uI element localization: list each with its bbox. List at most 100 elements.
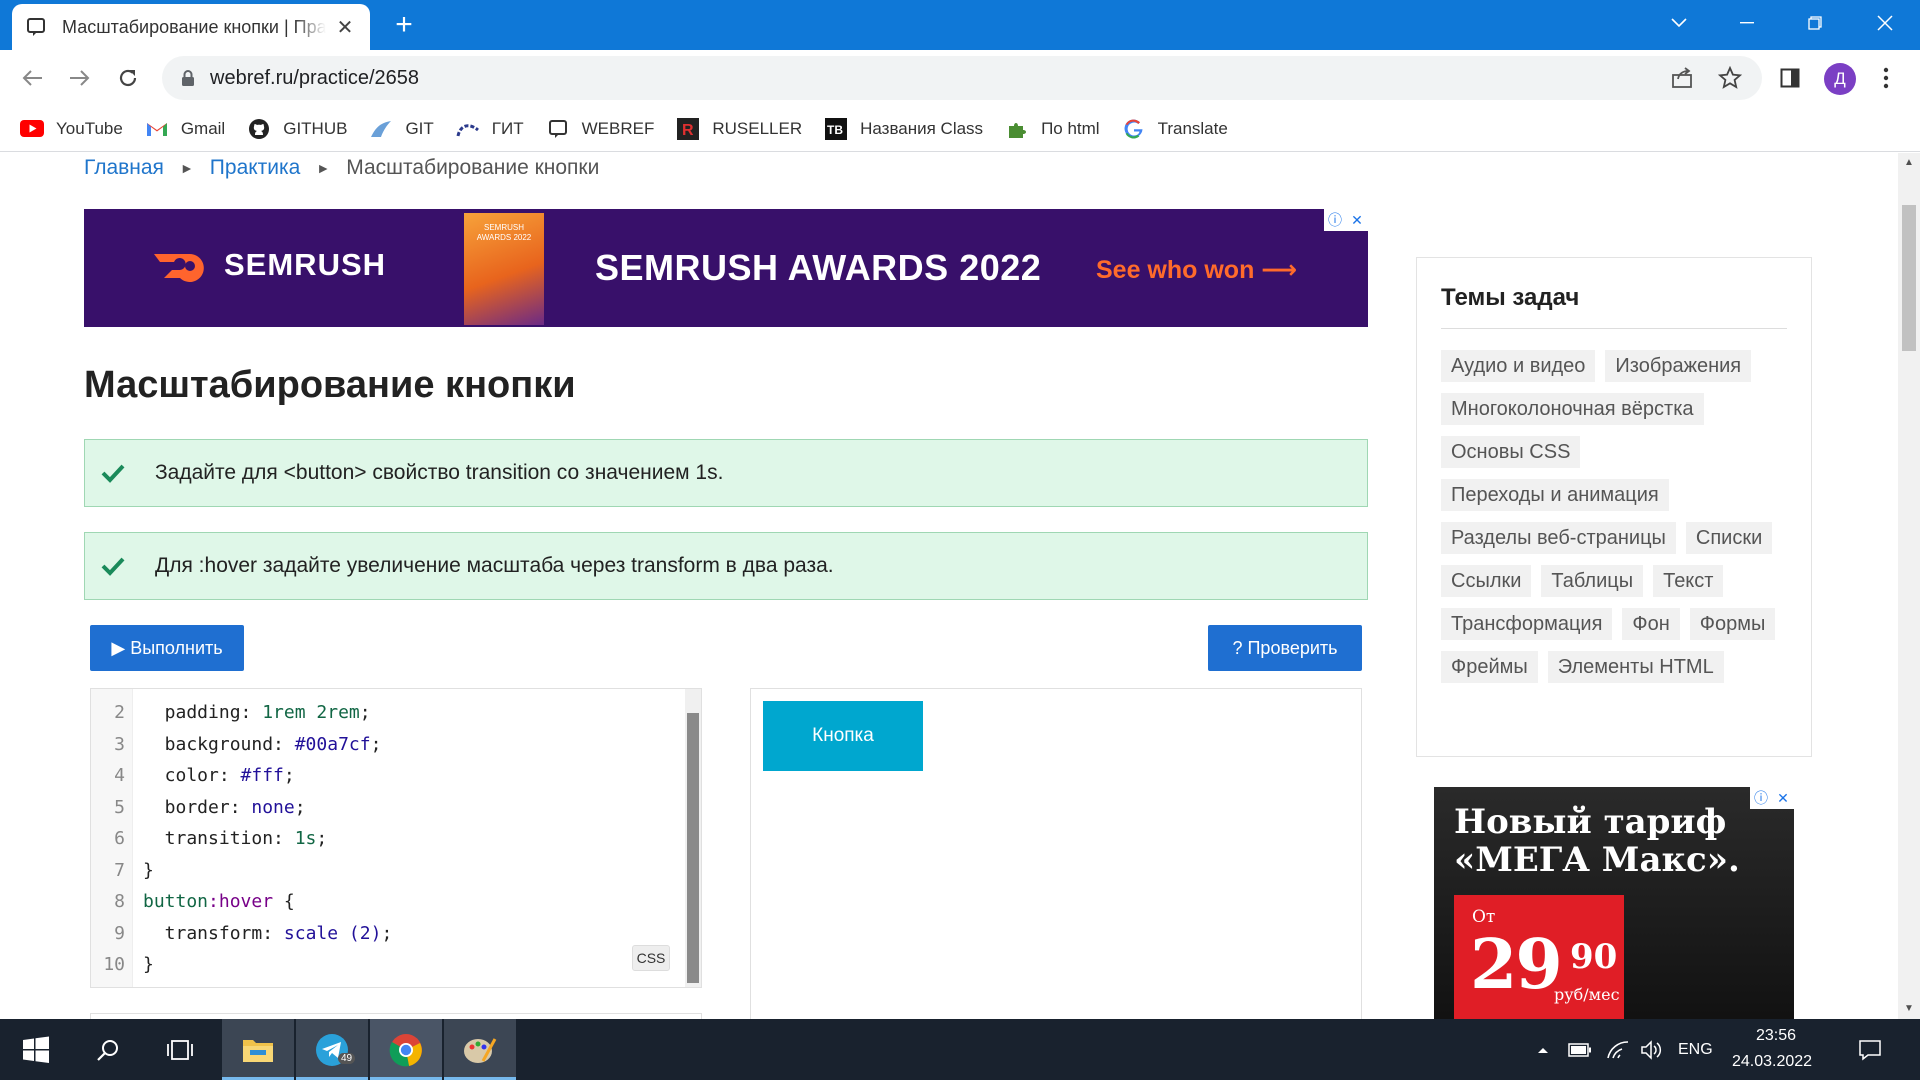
notifications-icon[interactable] — [1846, 1019, 1894, 1080]
code-text: transition: 1s; — [143, 828, 328, 849]
ad-info-icon[interactable]: ⓘ — [1324, 209, 1346, 231]
volume-icon[interactable] — [1638, 1019, 1666, 1080]
semrush-ad-banner[interactable]: SEMRUSH SEMRUSH AWARDS 2022 SEMRUSH AWAR… — [84, 209, 1368, 327]
tab-close-icon[interactable]: ✕ — [334, 15, 356, 40]
editor-scrollbar[interactable] — [685, 689, 701, 987]
page-scrollbar[interactable]: ▲ ▼ — [1898, 153, 1920, 1019]
css-code-editor[interactable]: 2 padding: 1rem 2rem; 3 background: #00a7… — [90, 688, 702, 988]
back-button[interactable] — [14, 60, 50, 96]
profile-avatar[interactable]: Д — [1824, 63, 1856, 95]
forward-button[interactable] — [62, 60, 98, 96]
editor-scrollbar-thumb[interactable] — [687, 713, 699, 983]
minimize-window-button[interactable] — [1724, 6, 1770, 40]
close-window-button[interactable] — [1862, 6, 1908, 40]
search-button[interactable] — [72, 1019, 144, 1080]
wifi-icon[interactable] — [1604, 1019, 1632, 1080]
check-button[interactable]: ? Проверить — [1208, 625, 1362, 671]
topics-sidebar: Темы задач Аудио и видео Изображения Много… — [1416, 257, 1812, 757]
browser-menu-icon[interactable] — [1872, 64, 1900, 92]
run-button[interactable]: ▶ Выполнить — [90, 625, 244, 671]
code-line[interactable]: 9 transform: scale (2); — [91, 918, 392, 949]
taskbar-chrome[interactable] — [370, 1019, 442, 1080]
line-number: 6 — [114, 828, 125, 849]
topic-tag[interactable]: Элементы HTML — [1547, 651, 1724, 683]
topic-tag[interactable]: Таблицы — [1541, 565, 1644, 597]
scroll-up-icon[interactable]: ▲ — [1898, 153, 1920, 173]
sidebar-divider — [1441, 328, 1787, 329]
breadcrumb-home-link[interactable]: Главная — [84, 156, 164, 180]
result-preview: Кнопка — [750, 688, 1362, 1019]
code-line[interactable]: 6 transition: 1s; — [91, 823, 327, 854]
topic-tag[interactable]: Многоколоночная вёрстка — [1441, 393, 1704, 425]
code-line[interactable]: 8 button:hover { — [91, 886, 295, 917]
new-tab-button[interactable]: + — [388, 10, 420, 42]
webref-icon — [546, 118, 570, 140]
bookmark-git-ru[interactable]: ГИТ — [456, 118, 524, 140]
topic-tag[interactable]: Ссылки — [1441, 565, 1532, 597]
tab-search-icon[interactable] — [1656, 6, 1702, 40]
code-line[interactable]: 5 border: none; — [91, 792, 305, 823]
bookmark-github[interactable]: GITHUB — [247, 118, 347, 140]
back-arrow-icon — [22, 70, 42, 86]
ad-cta-link[interactable]: See who won ⟶ — [1096, 255, 1297, 285]
ruseller-icon: R — [676, 117, 700, 140]
side-panel-icon[interactable] — [1776, 64, 1804, 92]
scroll-down-icon[interactable]: ▼ — [1898, 999, 1920, 1019]
bookmark-gmail[interactable]: Gmail — [145, 118, 225, 140]
ad-close-icon[interactable]: ✕ — [1772, 787, 1794, 809]
bookmark-webref[interactable]: WEBREF — [546, 118, 654, 140]
topic-tag[interactable]: Переходы и анимация — [1441, 479, 1669, 511]
bookmark-git[interactable]: GIT — [369, 118, 434, 140]
topic-tag[interactable]: Разделы веб-страницы — [1441, 522, 1676, 554]
bookmark-translate[interactable]: Translate — [1122, 118, 1228, 140]
topic-tag[interactable]: Аудио и видео — [1441, 350, 1596, 382]
topic-tag[interactable]: Фон — [1622, 608, 1680, 640]
ad-info-icon[interactable]: ⓘ — [1750, 787, 1772, 809]
bookmarks-bar: YouTube Gmail GITHUB GIT ГИТ WEBREF R RU… — [0, 106, 1920, 152]
code-line[interactable]: 10} — [91, 949, 154, 980]
topic-tag[interactable]: Текст — [1653, 565, 1724, 597]
address-bar[interactable]: webref.ru/practice/2658 — [162, 56, 1762, 100]
code-line[interactable]: 4 color: #fff; — [91, 760, 295, 791]
reload-button[interactable] — [110, 60, 146, 96]
breadcrumb-separator-icon: ► — [316, 160, 331, 176]
ad-close-icon[interactable]: ✕ — [1346, 209, 1368, 231]
clock-time[interactable]: 23:56 — [1756, 1027, 1796, 1045]
share-icon[interactable] — [1670, 66, 1694, 90]
input-language[interactable]: ENG — [1678, 1041, 1713, 1059]
restore-window-button[interactable] — [1792, 6, 1838, 40]
taskbar-telegram[interactable]: 49 — [296, 1019, 368, 1080]
topic-tag[interactable]: Формы — [1689, 608, 1776, 640]
topic-tag[interactable]: Основы CSS — [1441, 436, 1581, 468]
bookmark-po-html[interactable]: По html — [1005, 118, 1100, 140]
browser-tab-active[interactable]: Масштабирование кнопки | Практика ✕ — [12, 4, 370, 50]
bookmark-star-icon[interactable] — [1718, 66, 1742, 90]
windows-logo-icon — [23, 1036, 49, 1063]
ad-controls: ⓘ ✕ — [1750, 787, 1794, 809]
tray-overflow-icon[interactable] — [1532, 1019, 1554, 1080]
semrush-flame-icon — [154, 254, 204, 282]
code-line[interactable]: 7} — [91, 855, 154, 886]
task-view-button[interactable] — [144, 1019, 216, 1080]
code-line[interactable]: 3 background: #00a7cf; — [91, 729, 381, 760]
topic-tag[interactable]: Изображения — [1605, 350, 1752, 382]
code-line[interactable]: 2 padding: 1rem 2rem; — [91, 697, 370, 728]
bookmark-class-names[interactable]: TB Названия Class — [824, 117, 983, 140]
taskbar-file-explorer[interactable] — [222, 1019, 294, 1080]
tariff-ad[interactable]: Новый тариф «МЕГА Макс». От 29 90 руб/ме… — [1434, 787, 1794, 1019]
bookmark-youtube[interactable]: YouTube — [20, 118, 123, 140]
line-number: 4 — [114, 765, 125, 786]
battery-icon[interactable] — [1566, 1019, 1594, 1080]
page-scrollbar-thumb[interactable] — [1902, 205, 1916, 351]
start-button[interactable] — [0, 1019, 72, 1080]
bookmark-ruseller[interactable]: R RUSELLER — [676, 117, 802, 140]
taskbar-paint[interactable] — [444, 1019, 516, 1080]
svg-text:TB: TB — [827, 123, 843, 137]
clock-date[interactable]: 24.03.2022 — [1732, 1053, 1812, 1071]
lock-icon — [182, 70, 194, 86]
demo-button[interactable]: Кнопка — [763, 701, 923, 771]
topic-tag[interactable]: Списки — [1685, 522, 1773, 554]
topic-tag[interactable]: Фреймы — [1441, 651, 1538, 683]
breadcrumb-practice-link[interactable]: Практика — [210, 156, 301, 180]
topic-tag[interactable]: Трансформация — [1441, 608, 1613, 640]
